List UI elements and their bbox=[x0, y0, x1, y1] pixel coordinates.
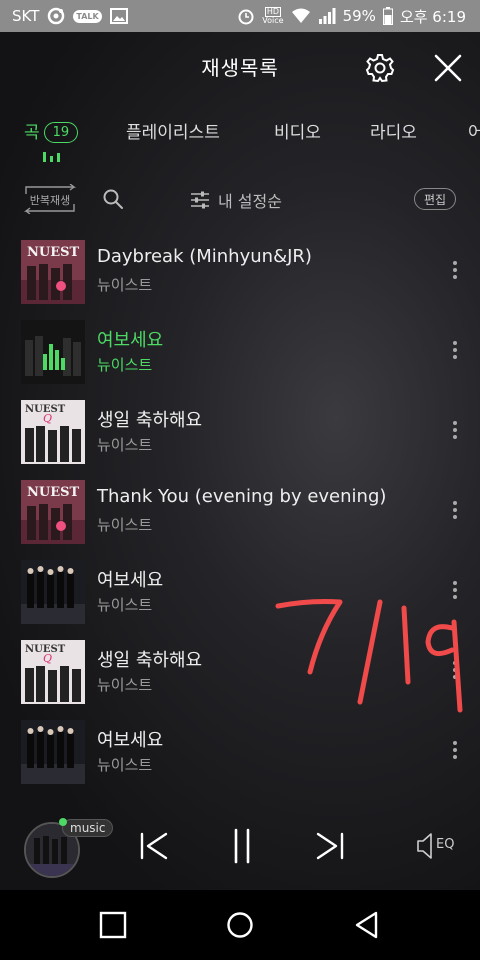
track-artist: 뉴이스트 bbox=[97, 756, 153, 774]
track-title: 여보세요 bbox=[97, 570, 164, 591]
kakaotalk-icon: TALK bbox=[73, 9, 102, 23]
carrier-label: SKT bbox=[12, 7, 40, 25]
eq-button[interactable]: EQ bbox=[414, 830, 458, 862]
sliders-icon bbox=[191, 191, 209, 209]
clock: 오후 6:19 bbox=[399, 7, 466, 26]
battery-icon bbox=[382, 7, 393, 25]
song-count-badge: 19 bbox=[43, 122, 79, 143]
battery-percent: 59% bbox=[342, 7, 376, 25]
edit-button[interactable]: 편집 bbox=[414, 188, 456, 210]
tab-playlists[interactable]: 플레이리스트 bbox=[126, 118, 220, 143]
voice-label: Voice bbox=[262, 16, 284, 25]
tab-songs[interactable]: 곡 19 bbox=[24, 118, 79, 143]
system-nav-bar bbox=[0, 890, 480, 960]
repeat-label: 반복재생 bbox=[29, 194, 71, 207]
music-badge: music bbox=[58, 818, 114, 837]
track-artist: 뉴이스트 bbox=[97, 596, 153, 614]
eq-label: EQ bbox=[436, 837, 455, 852]
alarm-icon bbox=[238, 9, 254, 25]
more-options-icon[interactable] bbox=[448, 258, 462, 286]
more-options-icon[interactable] bbox=[448, 338, 462, 366]
album-art bbox=[21, 560, 85, 624]
playlist-screen: 재생목록 곡 19 플레이리스트 비디오 라디오 어 반복재생 내 설정순 편집… bbox=[0, 32, 480, 890]
back-icon[interactable] bbox=[352, 910, 382, 940]
tab-songs-label: 곡 bbox=[24, 123, 40, 143]
album-art: NUEST bbox=[21, 480, 85, 544]
home-icon[interactable] bbox=[225, 910, 255, 940]
wifi-icon bbox=[291, 8, 310, 23]
tab-videos[interactable]: 비디오 bbox=[274, 118, 321, 143]
track-row[interactable]: NUEST Q 생일 축하해요뉴이스트 bbox=[0, 640, 480, 720]
album-art: NUEST Q bbox=[21, 640, 85, 704]
gallery-icon bbox=[109, 8, 128, 24]
track-row[interactable]: 여보세요뉴이스트 bbox=[0, 560, 480, 640]
tab-bar: 곡 19 플레이리스트 비디오 라디오 어 bbox=[0, 112, 480, 172]
track-artist: 뉴이스트 bbox=[97, 276, 153, 294]
track-artist: 뉴이스트 bbox=[97, 676, 153, 694]
tab-radio[interactable]: 라디오 bbox=[370, 118, 417, 143]
close-icon[interactable] bbox=[432, 52, 464, 84]
album-art bbox=[21, 320, 85, 384]
svg-text:NUEST: NUEST bbox=[27, 245, 80, 260]
mini-player: music EQ bbox=[0, 812, 480, 890]
gear-icon[interactable] bbox=[364, 52, 396, 84]
recents-icon[interactable] bbox=[98, 910, 128, 940]
search-icon[interactable] bbox=[102, 188, 124, 210]
more-options-icon[interactable] bbox=[448, 658, 462, 686]
track-title: 생일 축하해요 bbox=[97, 410, 203, 431]
pause-icon[interactable] bbox=[222, 826, 262, 866]
track-row[interactable]: 여보세요뉴이스트 bbox=[0, 320, 480, 400]
page-title: 재생목록 bbox=[201, 56, 279, 80]
track-row[interactable]: NUEST Q 생일 축하해요뉴이스트 bbox=[0, 400, 480, 480]
camera-app-icon bbox=[48, 7, 65, 25]
album-art: NUEST Q bbox=[21, 400, 85, 464]
track-artist: 뉴이스트 bbox=[97, 356, 153, 374]
album-art bbox=[21, 720, 85, 784]
header: 재생목록 bbox=[0, 32, 480, 102]
now-playing-indicator-icon bbox=[43, 152, 61, 162]
track-row[interactable]: NUEST Daybreak (Minhyun&JR) 뉴이스트 bbox=[0, 240, 480, 320]
signal-icon bbox=[318, 8, 336, 24]
track-row[interactable]: NUEST Thank You (evening by evening) 뉴이스트 bbox=[0, 480, 480, 560]
sort-button[interactable]: 내 설정순 bbox=[190, 188, 282, 212]
svg-text:Q: Q bbox=[43, 412, 52, 425]
track-title: 여보세요 bbox=[97, 730, 164, 751]
track-row[interactable]: 여보세요뉴이스트 bbox=[0, 720, 480, 800]
album-art: NUEST bbox=[21, 240, 85, 304]
next-icon[interactable] bbox=[310, 826, 350, 866]
track-title: 생일 축하해요 bbox=[97, 650, 203, 671]
more-options-icon[interactable] bbox=[448, 738, 462, 766]
list-toolbar: 반복재생 내 설정순 편집 bbox=[0, 184, 480, 220]
sort-label: 내 설정순 bbox=[218, 192, 282, 211]
more-options-icon[interactable] bbox=[448, 418, 462, 446]
more-options-icon[interactable] bbox=[448, 498, 462, 526]
track-title: Daybreak (Minhyun&JR) bbox=[97, 246, 312, 267]
previous-icon[interactable] bbox=[134, 826, 174, 866]
status-bar: SKT TALK HD Voice 59% 오후 6:19 bbox=[0, 0, 480, 32]
repeat-button[interactable]: 반복재생 bbox=[22, 184, 78, 214]
svg-text:NUEST: NUEST bbox=[27, 485, 80, 500]
tab-more-cut[interactable]: 어 bbox=[468, 118, 480, 143]
track-artist: 뉴이스트 bbox=[97, 436, 153, 454]
svg-text:Q: Q bbox=[43, 652, 52, 665]
track-artist: 뉴이스트 bbox=[97, 516, 153, 534]
more-options-icon[interactable] bbox=[448, 578, 462, 606]
track-title: 여보세요 bbox=[97, 330, 164, 351]
hd-voice-icon: HD Voice bbox=[262, 7, 284, 25]
track-title: Thank You (evening by evening) bbox=[97, 486, 387, 507]
